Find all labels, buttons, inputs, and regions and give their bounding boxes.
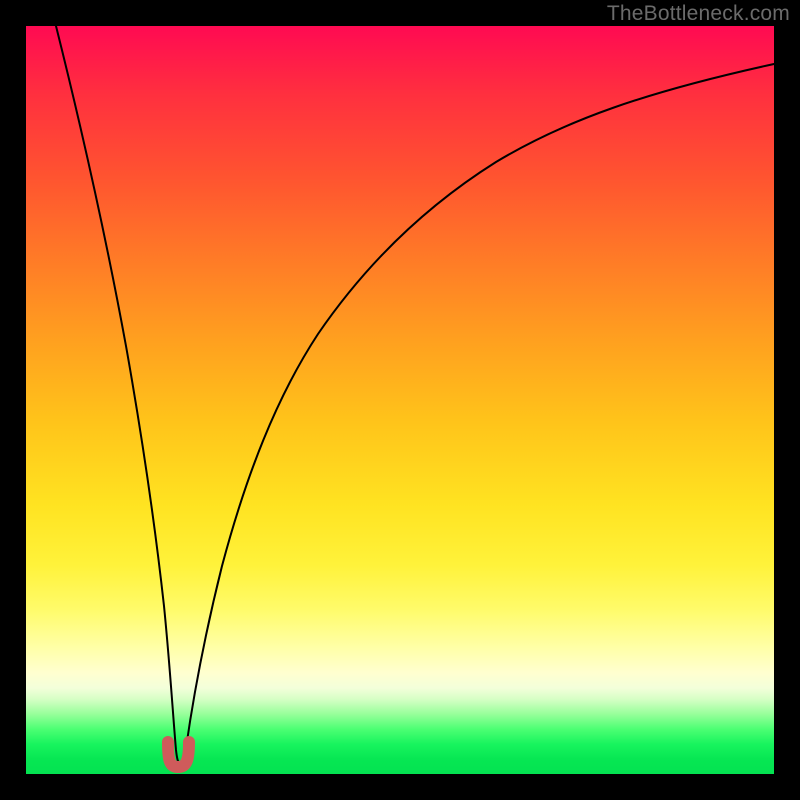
bottleneck-curve (56, 26, 774, 763)
chart-frame: TheBottleneck.com (0, 0, 800, 800)
curve-overlay (26, 26, 774, 774)
plot-area (26, 26, 774, 774)
watermark-text: TheBottleneck.com (607, 2, 790, 26)
optimal-marker (168, 742, 189, 767)
